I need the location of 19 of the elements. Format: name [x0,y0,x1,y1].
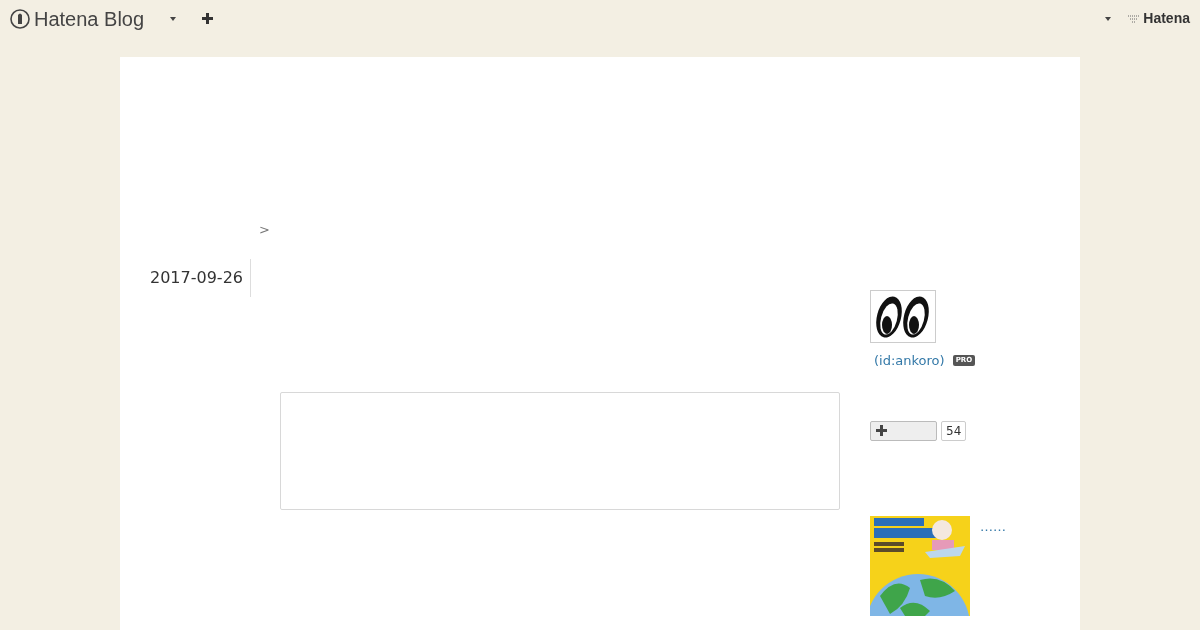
bookmark-button[interactable] [870,420,937,441]
caret-icon [170,16,177,21]
book-link[interactable]: …… [980,519,1006,616]
profile-avatar[interactable] [870,290,936,343]
user-id-link[interactable]: (id:ankoro) [874,351,945,371]
hatena-logo-icon [1127,13,1142,24]
eyes-icon [875,294,931,339]
caret-icon [1105,16,1112,21]
plus-icon [876,425,887,436]
logo-icon [10,8,30,29]
blog-menu-button[interactable] [170,16,177,21]
entry-date[interactable]: 2017-09-26 [150,265,250,297]
hatena-brand[interactable]: Hatena [1143,8,1190,29]
plus-icon [202,13,214,24]
blog-logo-text[interactable]: Hatena Blog [34,8,145,29]
breadcrumb-separator: > [259,221,271,239]
add-button[interactable] [202,13,214,24]
bookmark-count[interactable]: 54 [941,420,967,441]
account-menu-button[interactable] [1105,16,1112,21]
